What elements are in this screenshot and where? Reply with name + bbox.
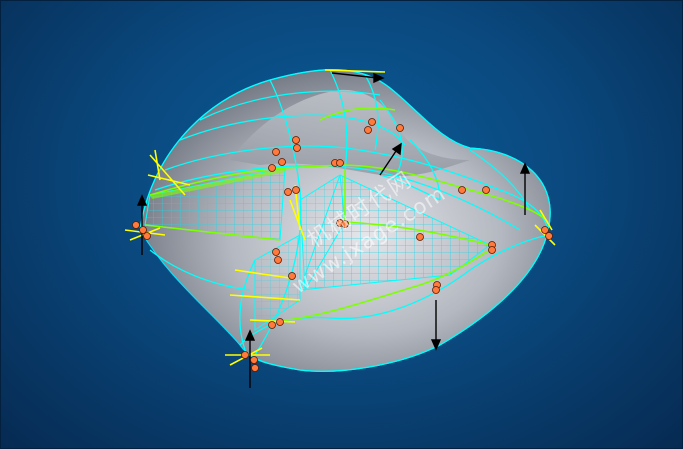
point-marker-icon[interactable] (274, 256, 282, 264)
cad-3d-viewport[interactable]: 机械时代网 www.jxage.com (0, 0, 683, 449)
point-marker-icon[interactable] (488, 246, 496, 254)
point-marker-icon[interactable] (132, 221, 140, 229)
point-marker-icon[interactable] (284, 188, 292, 196)
point-marker-icon[interactable] (458, 186, 466, 194)
point-marker-icon[interactable] (251, 364, 259, 372)
point-marker-icon[interactable] (278, 158, 286, 166)
point-marker-icon[interactable] (272, 148, 280, 156)
point-marker-icon[interactable] (396, 124, 404, 132)
model-canvas[interactable] (0, 0, 683, 449)
point-marker-icon[interactable] (241, 351, 249, 359)
point-marker-icon[interactable] (268, 164, 276, 172)
point-marker-icon[interactable] (336, 159, 344, 167)
point-marker-icon[interactable] (292, 136, 300, 144)
point-marker-icon[interactable] (276, 318, 284, 326)
point-marker-icon[interactable] (364, 126, 372, 134)
point-marker-icon[interactable] (143, 232, 151, 240)
point-marker-icon[interactable] (272, 248, 280, 256)
point-marker-icon[interactable] (368, 118, 376, 126)
point-marker-icon[interactable] (341, 220, 349, 228)
point-marker-icon[interactable] (482, 186, 490, 194)
point-marker-icon[interactable] (268, 321, 276, 329)
point-marker-icon[interactable] (432, 286, 440, 294)
point-marker-icon[interactable] (293, 144, 301, 152)
point-marker-icon[interactable] (292, 186, 300, 194)
point-marker-icon[interactable] (250, 356, 258, 364)
point-marker-icon[interactable] (288, 272, 296, 280)
point-marker-icon[interactable] (545, 232, 553, 240)
point-marker-icon[interactable] (416, 233, 424, 241)
